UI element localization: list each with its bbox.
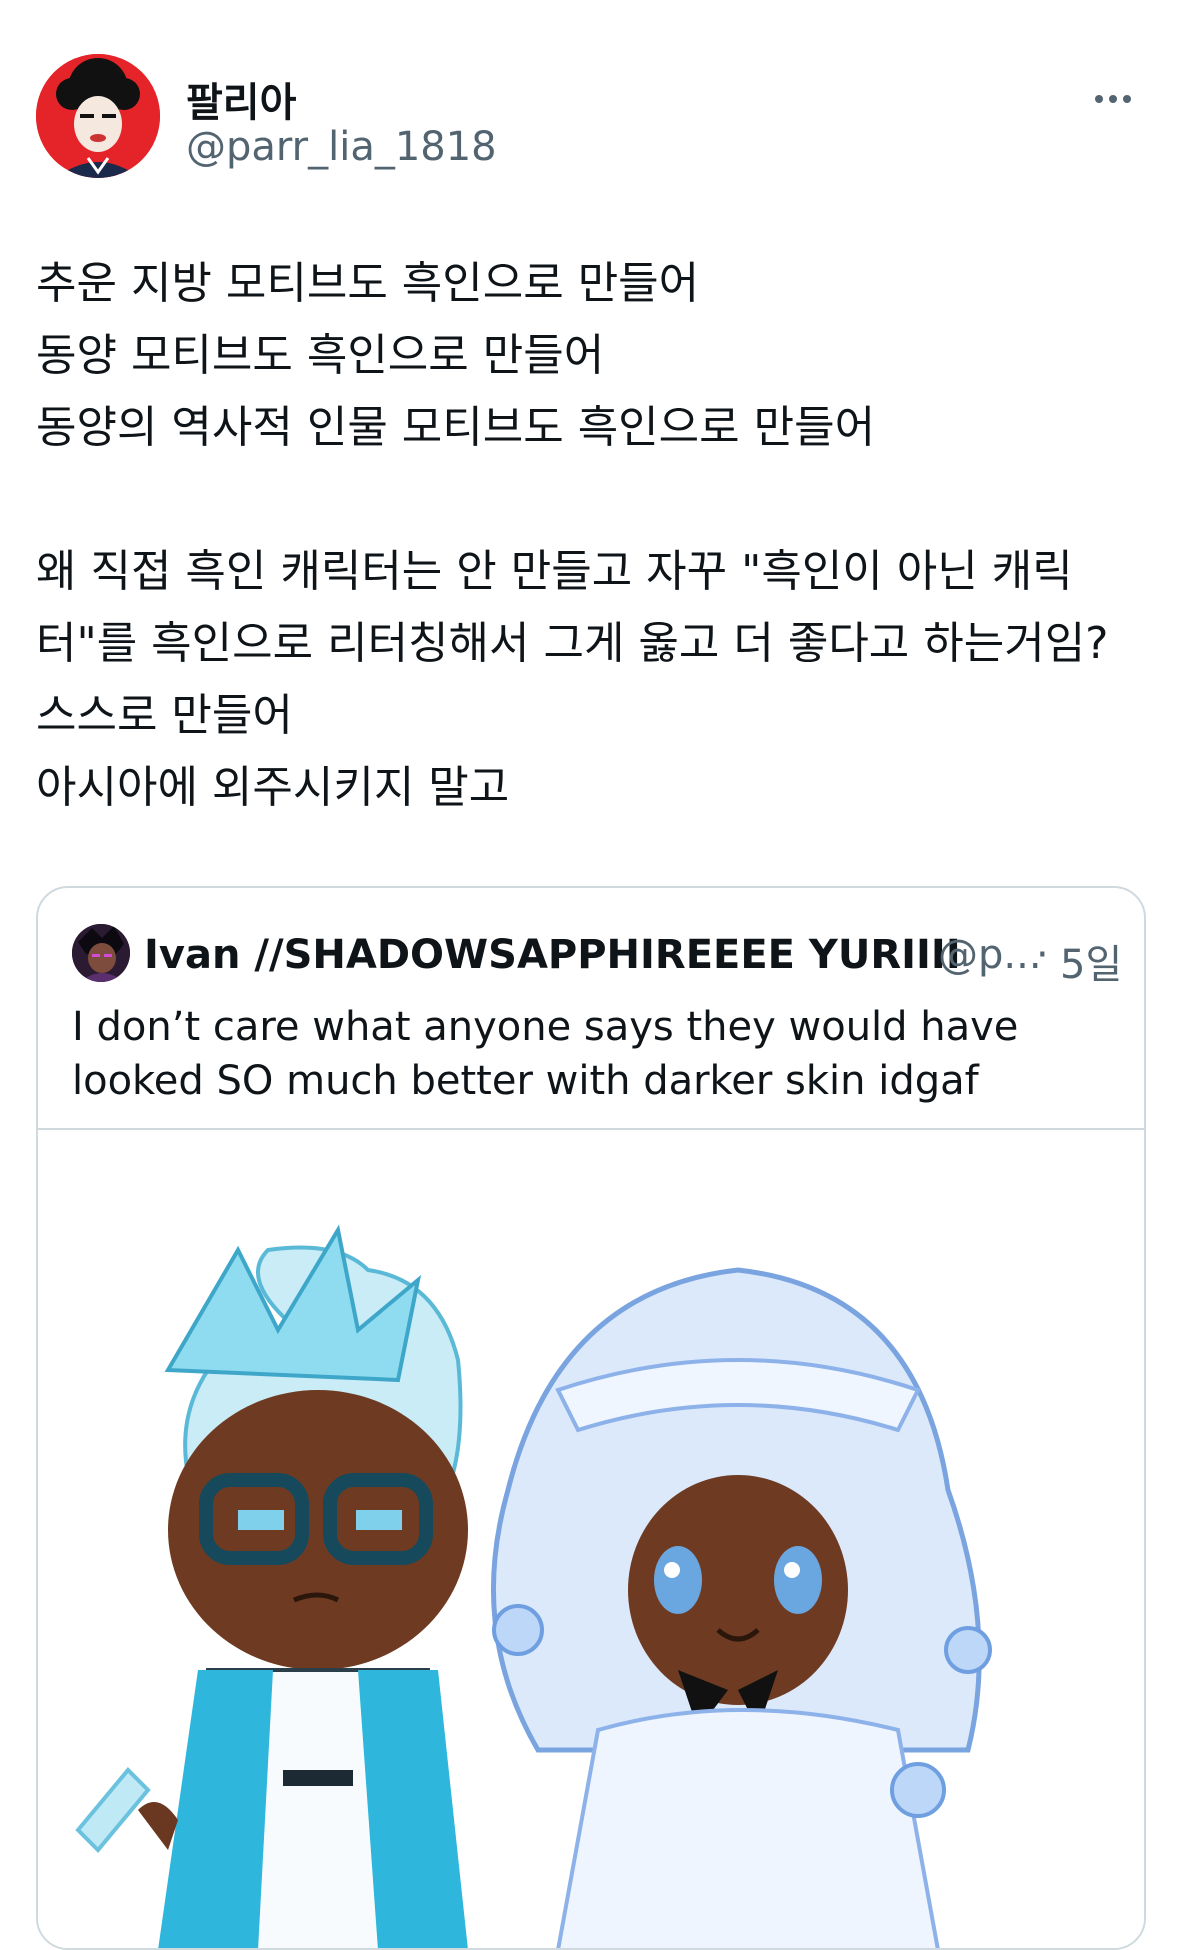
author-display-name[interactable]: 팔리아 [186, 70, 296, 128]
more-horizontal-icon-dot [1123, 95, 1131, 103]
tweet-line: 왜 직접 흑인 캐릭터는 안 만들고 자꾸 "흑인이 아닌 캐릭 [36, 546, 1073, 597]
tweet-line: 스스로 만들어 [36, 690, 293, 741]
tweet-author-row: 팔리아 @parr_lia_1818 [36, 54, 1143, 180]
author-avatar[interactable] [36, 54, 160, 178]
quoted-text-line: looked SO much better with darker skin i… [72, 1058, 979, 1104]
quoted-text-line: I don’t care what anyone says they would… [72, 1004, 1019, 1050]
quoted-tweet-image[interactable] [38, 1128, 1144, 1948]
quoted-tweet-header: Ivan //SHADOWSAPPHIREEEE YURIIII @p... ·… [72, 924, 1122, 988]
more-horizontal-icon-dot [1109, 95, 1117, 103]
quoted-separator: · [1036, 932, 1049, 978]
quoted-author-avatar[interactable] [72, 924, 130, 982]
quoted-timestamp[interactable]: 5일 [1060, 932, 1122, 990]
more-options-button[interactable] [1083, 74, 1143, 124]
tweet-line: 동양의 역사적 인물 모티브도 흑인으로 만들어 [36, 402, 876, 453]
quoted-author-name[interactable]: Ivan //SHADOWSAPPHIREEEE YURIIII [144, 932, 961, 978]
tweet-line: 터"를 흑인으로 리터칭해서 그게 옳고 더 좋다고 하는거임? [36, 618, 1109, 669]
quoted-author-handle[interactable]: @p... [938, 932, 1042, 978]
author-handle[interactable]: @parr_lia_1818 [186, 124, 497, 170]
tweet-line: 추운 지방 모티브도 흑인으로 만들어 [36, 258, 700, 309]
tweet-text: 추운 지방 모티브도 흑인으로 만들어 동양 모티브도 흑인으로 만들어 동양의… [36, 248, 1146, 824]
quoted-tweet-text: I don’t care what anyone says they would… [72, 1000, 1102, 1108]
more-horizontal-icon [1095, 95, 1103, 103]
quoted-tweet-card[interactable]: Ivan //SHADOWSAPPHIREEEE YURIIII @p... ·… [36, 886, 1146, 1950]
tweet-line: 아시아에 외주시키지 말고 [36, 762, 510, 813]
tweet-line: 동양 모티브도 흑인으로 만들어 [36, 330, 605, 381]
cookie-characters-illustration [75, 1224, 992, 1948]
